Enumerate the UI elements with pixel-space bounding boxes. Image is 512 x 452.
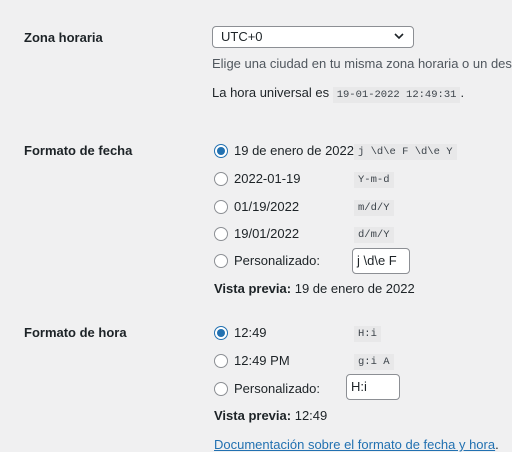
date-format-option-text[interactable]: 01/19/2022 <box>234 199 299 214</box>
preview-label: Vista previa: <box>214 408 292 423</box>
timezone-selected-value: UTC+0 <box>221 29 263 44</box>
time-format-custom-input[interactable]: H:i <box>346 374 400 400</box>
preview-value: 19 de enero de 2022 <box>294 281 415 296</box>
documentation-suffix: . <box>495 437 499 452</box>
date-format-radio-1[interactable] <box>214 144 228 158</box>
preview-value: 12:49 <box>294 408 328 423</box>
time-format-radio-custom[interactable] <box>214 382 228 396</box>
universal-time-prefix: La hora universal es <box>212 85 330 100</box>
time-format-option-code: H:i <box>354 326 381 342</box>
time-format-option-text[interactable]: 12:49 PM <box>234 353 290 368</box>
date-format-option-text[interactable]: 2022-01-19 <box>234 171 301 186</box>
time-format-option-text[interactable]: 12:49 <box>234 325 267 340</box>
date-format-preview: Vista previa: 19 de enero de 2022 <box>214 281 415 296</box>
time-format-radio-1[interactable] <box>214 326 228 340</box>
date-format-radio-2[interactable] <box>214 172 228 186</box>
date-format-option-code: d/m/Y <box>354 227 394 243</box>
universal-time-suffix: . <box>460 85 465 100</box>
date-format-option-text[interactable]: 19 de enero de 2022 <box>234 143 354 158</box>
date-format-option-text[interactable]: 19/01/2022 <box>234 226 299 241</box>
date-format-radio-4[interactable] <box>214 227 228 241</box>
date-format-option-code: j \d\e F \d\e Y <box>354 144 457 160</box>
documentation-line: Documentación sobre el formato de fecha … <box>214 437 499 452</box>
date-format-custom-label[interactable]: Personalizado: <box>234 253 320 268</box>
date-format-radio-3[interactable] <box>214 200 228 214</box>
date-format-label: Formato de fecha <box>24 143 133 158</box>
timezone-select[interactable]: UTC+0 <box>212 26 414 48</box>
time-format-custom-label[interactable]: Personalizado: <box>234 381 320 396</box>
time-format-label: Formato de hora <box>24 325 127 340</box>
universal-time-line: La hora universal es 19-01-2022 12:49:31… <box>212 85 465 103</box>
time-format-radio-2[interactable] <box>214 354 228 368</box>
time-format-option-code: g:i A <box>354 354 394 370</box>
preview-label: Vista previa: <box>214 281 292 296</box>
date-format-custom-input[interactable]: j \d\e F <box>352 248 410 274</box>
timezone-label: Zona horaria <box>24 30 103 45</box>
date-format-radio-custom[interactable] <box>214 254 228 268</box>
chevron-down-icon <box>394 33 404 40</box>
time-format-preview: Vista previa: 12:49 <box>214 408 327 423</box>
timezone-help-text: Elige una ciudad en tu misma zona horari… <box>212 56 512 71</box>
date-format-option-code: m/d/Y <box>354 200 394 216</box>
documentation-link[interactable]: Documentación sobre el formato de fecha … <box>214 437 495 452</box>
date-format-option-code: Y-m-d <box>354 172 394 188</box>
universal-time-value: 19-01-2022 12:49:31 <box>332 87 461 103</box>
